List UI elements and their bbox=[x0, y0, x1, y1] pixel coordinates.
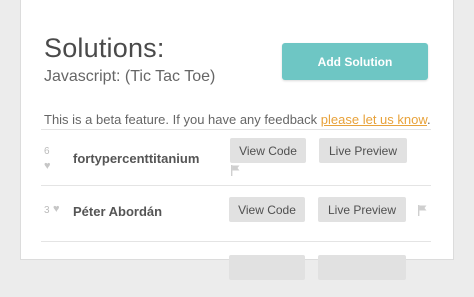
live-preview-button[interactable] bbox=[318, 255, 406, 280]
heart-icon[interactable]: ♥ bbox=[44, 161, 51, 172]
solutions-panel: Solutions: Javascript: (Tic Tac Toe) Add… bbox=[20, 0, 454, 280]
vote-count: 6 bbox=[44, 146, 50, 157]
solution-author[interactable]: Péter Abordán bbox=[73, 204, 162, 219]
solution-row: 6 ♥ fortypercenttitanium View Code Live … bbox=[41, 129, 431, 185]
feedback-link[interactable]: please let us know bbox=[321, 112, 427, 127]
solutions-list: 6 ♥ fortypercenttitanium View Code Live … bbox=[41, 129, 431, 297]
add-solution-button[interactable]: Add Solution bbox=[282, 43, 428, 80]
page-title: Solutions: bbox=[44, 33, 165, 63]
view-code-button[interactable]: View Code bbox=[230, 138, 306, 163]
beta-text: This is a beta feature. If you have any … bbox=[44, 112, 321, 127]
vote-count: 3 bbox=[44, 205, 50, 216]
heart-icon[interactable]: ♥ bbox=[53, 204, 60, 215]
view-code-button[interactable] bbox=[229, 255, 305, 280]
live-preview-button[interactable]: Live Preview bbox=[318, 197, 406, 222]
solution-author[interactable]: fortypercenttitanium bbox=[73, 151, 199, 166]
view-code-button[interactable]: View Code bbox=[229, 197, 305, 222]
solution-row: 3 ♥ Péter Abordán View Code Live Preview bbox=[41, 185, 431, 241]
solution-row bbox=[41, 241, 431, 297]
live-preview-button[interactable]: Live Preview bbox=[319, 138, 407, 163]
beta-notice: This is a beta feature. If you have any … bbox=[44, 112, 431, 127]
flag-icon[interactable] bbox=[418, 205, 427, 216]
beta-end: . bbox=[427, 112, 431, 127]
flag-icon[interactable] bbox=[231, 165, 240, 176]
page-subtitle: Javascript: (Tic Tac Toe) bbox=[44, 68, 216, 85]
